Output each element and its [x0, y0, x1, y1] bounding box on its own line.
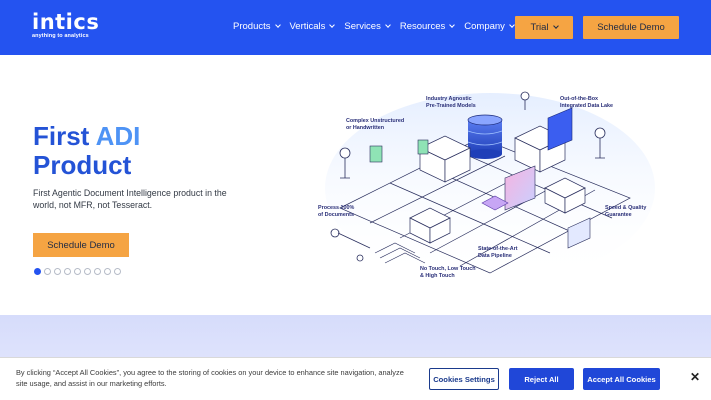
- chevron-down-icon: [274, 22, 281, 28]
- label-data-lake: Out-of-the-Box Integrated Data Lake: [560, 96, 613, 109]
- label-touch-line2: & High Touch: [420, 272, 455, 279]
- logo-tagline: anything to analytics: [32, 33, 89, 39]
- chevron-down-icon: [552, 23, 559, 29]
- schedule-demo-header-button[interactable]: Schedule Demo: [583, 16, 679, 39]
- hero-title-part1: First: [33, 121, 96, 151]
- label-process-line1: Process 100%: [318, 205, 355, 211]
- label-touch-levels: No Touch, Low Touch & High Touch: [420, 266, 476, 279]
- label-unstructured-line2: or Handwritten: [346, 124, 385, 131]
- trial-button[interactable]: Trial: [515, 16, 573, 39]
- label-unstructured-line1: Complex Unstructured: [346, 118, 405, 124]
- carousel-dot-5[interactable]: [74, 268, 81, 275]
- chevron-down-icon: [509, 22, 515, 28]
- label-pipeline-line1: State-of-the-Art: [478, 246, 518, 252]
- isometric-platform-graphic: [325, 91, 655, 283]
- accept-all-cookies-button[interactable]: Accept All Cookies: [583, 368, 660, 390]
- label-unstructured: Complex Unstructured or Handwritten: [346, 118, 404, 131]
- main-nav: Products Verticals Services Resources Co…: [233, 21, 524, 32]
- logo-wordmark: intics: [32, 10, 100, 34]
- chevron-down-icon: [385, 22, 391, 28]
- label-pretrained-models: Industry Agnostic Pre-Trained Models: [426, 96, 476, 109]
- carousel-dot-4[interactable]: [64, 268, 71, 275]
- carousel-dot-8[interactable]: [104, 268, 111, 275]
- label-process-documents: Process 100% of Documents: [318, 205, 354, 218]
- label-touch-line1: No Touch, Low Touch: [420, 266, 476, 272]
- nav-services[interactable]: Services: [344, 21, 391, 32]
- label-data-pipeline: State-of-the-Art Data Pipeline: [478, 246, 518, 259]
- schedule-demo-hero-button[interactable]: Schedule Demo: [33, 233, 129, 257]
- carousel-dot-9[interactable]: [114, 268, 121, 275]
- label-pretrained-line1: Industry Agnostic: [426, 96, 472, 102]
- nav-resources-label: Resources: [399, 21, 446, 32]
- chevron-down-icon: [329, 22, 336, 28]
- carousel-dots: [34, 268, 121, 275]
- label-pipeline-line2: Data Pipeline: [478, 252, 512, 259]
- intics-logo[interactable]: intics anything to analytics: [32, 11, 99, 40]
- cookies-settings-button[interactable]: Cookies Settings: [429, 368, 499, 390]
- nav-company-label: Company: [464, 21, 505, 32]
- hero-title-accent: ADI: [95, 121, 141, 151]
- label-process-line2: of Documents: [318, 211, 354, 218]
- carousel-dot-6[interactable]: [84, 268, 91, 275]
- page: intics anything to analytics Products Ve…: [0, 0, 711, 400]
- hero-title-line2: Product: [33, 150, 132, 180]
- label-speed-quality: Speed & Quality Guarantee: [605, 205, 646, 218]
- close-icon[interactable]: ✕: [688, 370, 702, 384]
- nav-verticals-label: Verticals: [289, 21, 326, 32]
- site-header: intics anything to analytics Products Ve…: [0, 0, 711, 55]
- hero-subtitle: First Agentic Document Intelligence prod…: [33, 188, 227, 210]
- label-speed-line2: Guarantee: [605, 211, 632, 218]
- reject-all-button[interactable]: Reject All: [509, 368, 574, 390]
- carousel-dot-7[interactable]: [94, 268, 101, 275]
- cookie-text: By clicking “Accept All Cookies”, you ag…: [16, 368, 404, 388]
- label-speed-line1: Speed & Quality: [605, 205, 647, 211]
- nav-products[interactable]: Products: [233, 21, 281, 32]
- nav-verticals[interactable]: Verticals: [289, 21, 336, 32]
- carousel-dot-2[interactable]: [44, 268, 51, 275]
- nav-resources[interactable]: Resources: [399, 21, 456, 32]
- label-pretrained-line2: Pre-Trained Models: [426, 102, 476, 109]
- hero-title: First ADI Product: [33, 122, 140, 180]
- hero-illustration: Industry Agnostic Pre-Trained Models Out…: [300, 78, 670, 293]
- chevron-down-icon: [449, 22, 456, 28]
- database-icon: [467, 114, 503, 159]
- nav-company[interactable]: Company: [464, 21, 515, 32]
- carousel-dot-1[interactable]: [34, 268, 41, 275]
- trial-button-label: Trial: [530, 22, 549, 33]
- nav-services-label: Services: [344, 21, 381, 32]
- nav-products-label: Products: [233, 21, 271, 32]
- label-data-lake-line2: Integrated Data Lake: [560, 102, 614, 109]
- carousel-dot-3[interactable]: [54, 268, 61, 275]
